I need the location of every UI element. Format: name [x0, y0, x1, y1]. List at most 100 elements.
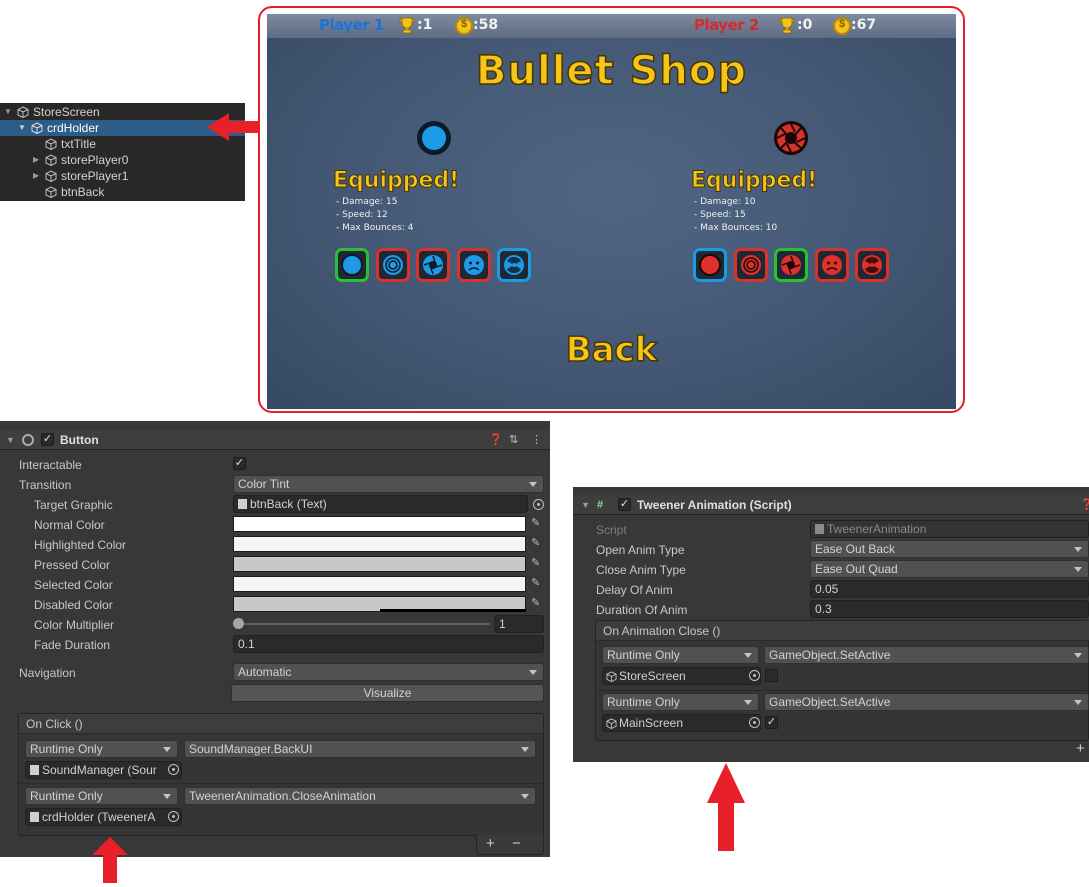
collapse-arrow-icon[interactable]: ▶ — [33, 168, 39, 184]
add-listener-button[interactable]: + — [1076, 740, 1085, 757]
hierarchy-label: storePlayer0 — [61, 153, 129, 167]
runtime-dropdown-2[interactable]: Runtime Only — [602, 693, 759, 711]
bullet-slot-10[interactable] — [855, 248, 889, 282]
transition-label: Transition — [19, 478, 72, 492]
bullet-slot-6[interactable] — [693, 248, 727, 282]
eyedropper-icon[interactable]: ✎ — [531, 536, 543, 550]
collapse-arrow-icon[interactable]: ▶ — [33, 152, 39, 168]
help-icon[interactable]: ❓ — [1080, 495, 1089, 515]
bullet-slot-9[interactable] — [815, 248, 849, 282]
pressed-color-label: Pressed Color — [34, 558, 111, 572]
object-picker-icon[interactable] — [749, 670, 760, 681]
object-picker-icon[interactable] — [533, 499, 544, 510]
text-component-icon — [238, 499, 247, 509]
bullet-slot-4[interactable] — [457, 248, 491, 282]
button-component-header[interactable]: ▼ ✓ Button ❓ ⇅ ⋮ — [0, 430, 550, 450]
script-icon — [815, 524, 824, 534]
eyedropper-icon[interactable]: ✎ — [531, 556, 543, 570]
player2-coins: :67 — [851, 17, 877, 33]
player2-name: Player 2 — [694, 16, 759, 34]
hierarchy-item-storeplayer1[interactable]: ▶ storePlayer1 — [0, 168, 245, 184]
foldout-arrow-icon[interactable]: ▼ — [581, 495, 590, 515]
object-field-1[interactable]: SoundManager (Sour — [25, 761, 182, 779]
bullet-radiation-icon — [504, 255, 524, 275]
open-anim-type-dropdown[interactable]: Ease Out Back — [810, 540, 1089, 558]
object-picker-icon[interactable] — [168, 811, 179, 822]
gameobject-cube-icon — [45, 186, 57, 198]
object-picker-icon[interactable] — [749, 717, 760, 728]
object-picker-icon[interactable] — [168, 764, 179, 775]
color-multiplier-field[interactable]: 1 — [494, 615, 544, 633]
function-dropdown-1[interactable]: SoundManager.BackUI — [184, 740, 536, 758]
color-multiplier-slider-track[interactable] — [238, 623, 490, 625]
equipped-bullet-red-aperture-icon — [774, 121, 808, 155]
eyedropper-icon[interactable]: ✎ — [531, 576, 543, 590]
object-field-2[interactable]: crdHolder (TweenerA — [25, 808, 182, 826]
runtime-dropdown-1[interactable]: Runtime Only — [602, 646, 759, 664]
hierarchy-item-storeplayer0[interactable]: ▶ storePlayer0 — [0, 152, 245, 168]
expand-arrow-icon[interactable]: ▼ — [18, 120, 26, 136]
transition-dropdown[interactable]: Color Tint — [233, 475, 544, 493]
duration-of-anim-label: Duration Of Anim — [596, 603, 688, 617]
component-enabled-checkbox[interactable]: ✓ — [41, 433, 54, 446]
tweener-component-header[interactable]: ▼ # ✓ Tweener Animation (Script) ❓ — [573, 495, 1089, 515]
fade-duration-field[interactable]: 0.1 — [233, 635, 544, 653]
more-menu-icon[interactable]: ⋮ — [531, 430, 542, 450]
add-listener-button[interactable]: + — [486, 835, 495, 852]
duration-of-anim-field[interactable]: 0.3 — [810, 600, 1089, 618]
runtime-dropdown-2[interactable]: Runtime Only — [25, 787, 178, 805]
normal-color-label: Normal Color — [34, 518, 105, 532]
button-inspector: ▼ ✓ Button ❓ ⇅ ⋮ Interactable ✓ Transiti… — [0, 421, 550, 857]
eyedropper-icon[interactable]: ✎ — [531, 596, 543, 610]
navigation-dropdown[interactable]: Automatic — [233, 663, 544, 681]
bullet-slot-3[interactable] — [416, 248, 450, 282]
foldout-arrow-icon[interactable]: ▼ — [6, 430, 15, 450]
entry-divider — [19, 783, 543, 784]
component-enabled-checkbox[interactable]: ✓ — [618, 498, 631, 511]
highlighted-color-swatch[interactable] — [233, 536, 526, 552]
bullet-slot-7[interactable] — [734, 248, 768, 282]
set-active-checkbox-2[interactable]: ✓ — [765, 716, 778, 729]
hierarchy-label: storePlayer1 — [61, 169, 129, 183]
bullet-slot-8[interactable] — [774, 248, 808, 282]
expand-arrow-icon[interactable]: ▼ — [4, 104, 12, 120]
bullet-slot-1[interactable] — [335, 248, 369, 282]
function-dropdown-2[interactable]: GameObject.SetActive — [764, 693, 1089, 711]
eyedropper-icon[interactable]: ✎ — [531, 516, 543, 530]
entry-divider — [596, 690, 1089, 691]
object-field-value: SoundManager (Sour — [42, 763, 157, 777]
bullet-slot-2[interactable] — [376, 248, 410, 282]
set-active-checkbox-1[interactable] — [765, 669, 778, 682]
coin-icon — [455, 17, 473, 35]
close-anim-type-dropdown[interactable]: Ease Out Quad — [810, 560, 1089, 578]
left-speed-stat: - Speed: 12 — [336, 210, 388, 220]
interactable-checkbox[interactable]: ✓ — [233, 457, 246, 470]
delay-of-anim-label: Delay Of Anim — [596, 583, 673, 597]
red-arrow-left-icon — [207, 113, 259, 141]
bullet-rings-icon — [383, 255, 403, 275]
color-multiplier-slider-handle[interactable] — [233, 618, 244, 629]
player2-trophies: :0 — [797, 17, 813, 33]
runtime-dropdown-1[interactable]: Runtime Only — [25, 740, 178, 758]
pressed-color-swatch[interactable] — [233, 556, 526, 572]
normal-color-swatch[interactable] — [233, 516, 526, 532]
object-field-1[interactable]: StoreScreen — [602, 667, 761, 685]
object-field-value: MainScreen — [619, 716, 684, 730]
script-value: TweenerAnimation — [827, 522, 927, 536]
bullet-slot-5[interactable] — [497, 248, 531, 282]
function-dropdown-1[interactable]: GameObject.SetActive — [764, 646, 1089, 664]
delay-of-anim-field[interactable]: 0.05 — [810, 580, 1089, 598]
preset-icon[interactable]: ⇅ — [509, 430, 518, 450]
selected-color-swatch[interactable] — [233, 576, 526, 592]
help-icon[interactable]: ❓ — [489, 430, 503, 450]
function-dropdown-2[interactable]: TweenerAnimation.CloseAnimation — [184, 787, 536, 805]
player1-name: Player 1 — [319, 16, 384, 34]
remove-listener-button[interactable]: − — [512, 835, 521, 852]
visualize-button[interactable]: Visualize — [231, 684, 544, 702]
back-button[interactable]: Back — [267, 329, 956, 371]
target-graphic-field[interactable]: btnBack (Text) — [233, 495, 528, 513]
highlighted-color-label: Highlighted Color — [34, 538, 127, 552]
left-damage-stat: - Damage: 15 — [336, 197, 398, 207]
object-field-2[interactable]: MainScreen — [602, 714, 761, 732]
hierarchy-item-btnback[interactable]: btnBack — [0, 184, 245, 200]
